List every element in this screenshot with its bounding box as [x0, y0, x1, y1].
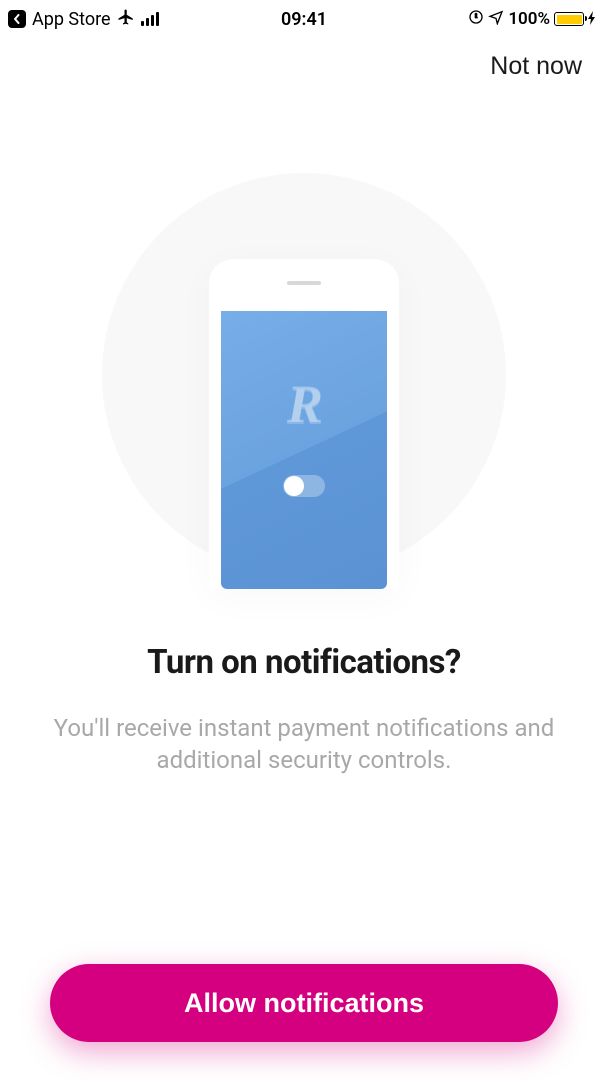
battery-icon: [554, 12, 584, 26]
status-right-cluster: 100%: [468, 9, 596, 30]
cta-container: Allow notifications: [50, 964, 558, 1042]
illustration-container: R: [0, 173, 608, 577]
phone-speaker-icon: [287, 281, 321, 285]
status-left-cluster: App Store: [8, 8, 159, 31]
illustration-toggle-icon: [283, 475, 325, 497]
cellular-signal-icon: [141, 12, 160, 26]
page-heading: Turn on notifications?: [30, 643, 578, 682]
status-bar: App Store 09:41 100%: [0, 0, 608, 34]
page-subtext: You'll receive instant payment notificat…: [30, 712, 578, 777]
content-section: Turn on notifications? You'll receive in…: [0, 643, 608, 777]
illustration-circle-bg: R: [102, 173, 506, 577]
skip-button[interactable]: Not now: [490, 52, 582, 81]
location-icon: [488, 9, 504, 30]
revolut-logo-icon: R: [287, 373, 321, 435]
orientation-lock-icon: [468, 9, 484, 30]
illustration-phone: R: [209, 259, 399, 589]
charging-bolt-icon: [588, 11, 596, 28]
allow-notifications-button[interactable]: Allow notifications: [50, 964, 558, 1042]
back-to-app-icon[interactable]: [8, 10, 26, 28]
status-time: 09:41: [281, 9, 327, 30]
illustration-phone-screen: R: [221, 311, 387, 589]
back-to-app-label[interactable]: App Store: [32, 9, 111, 30]
battery-percent-label: 100%: [508, 9, 550, 29]
airplane-mode-icon: [117, 8, 135, 31]
navigation-bar: Not now: [0, 34, 608, 81]
